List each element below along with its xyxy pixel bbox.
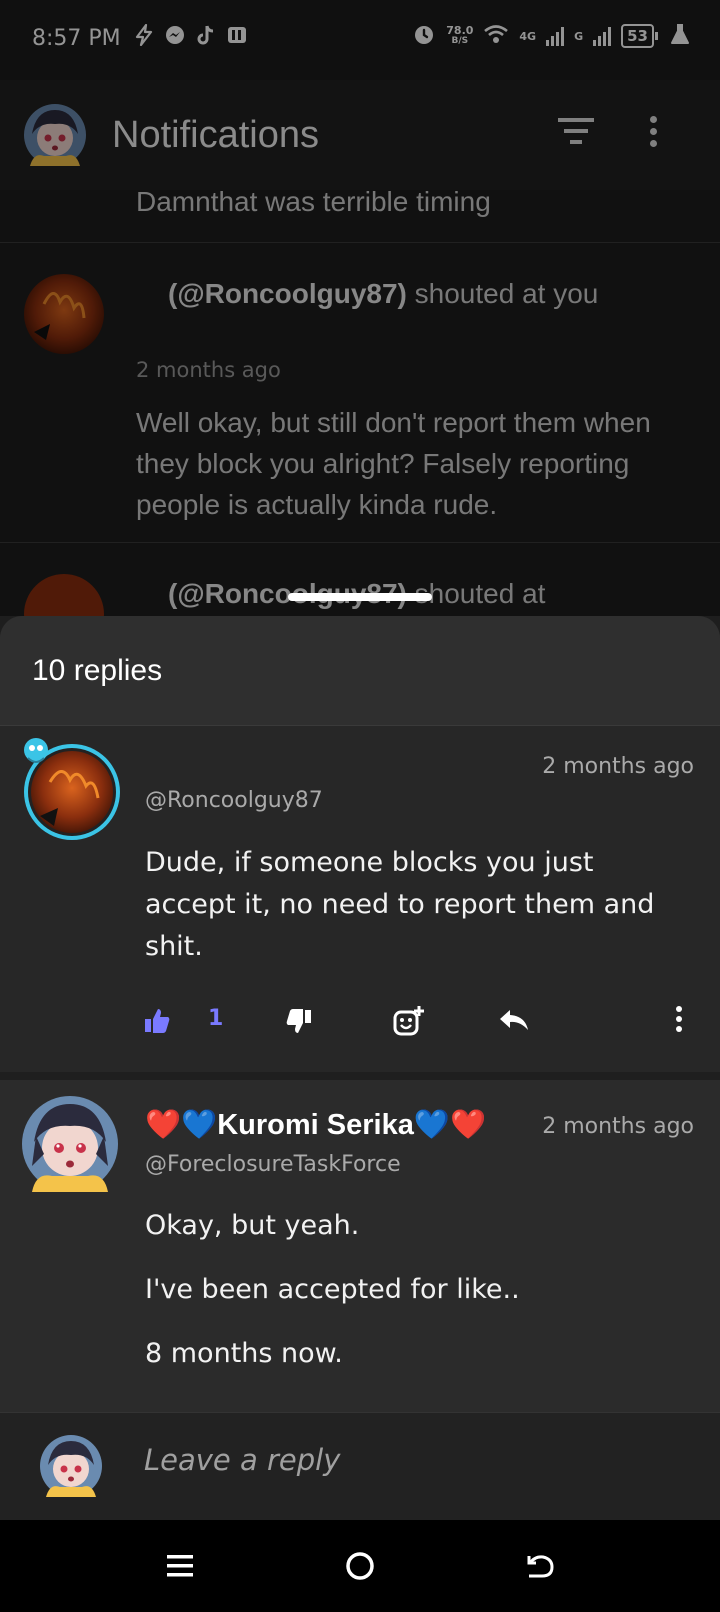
reply-body: Dude, if someone blocks you just accept …	[145, 847, 655, 962]
reply-paragraph: Okay, but yeah.	[145, 1210, 360, 1241]
add-reaction-button[interactable]	[392, 1004, 426, 1038]
signal-icon	[546, 26, 565, 46]
replies-sheet: 10 replies 2 months ago @Roncoolguy87 Du…	[0, 616, 720, 1520]
drag-handle[interactable]	[288, 593, 432, 601]
notification-time: 2 months ago	[136, 358, 281, 382]
notification-snippet: Damnthat was terrible timing	[136, 186, 491, 217]
profile-avatar[interactable]	[24, 104, 86, 166]
like-count: 1	[208, 1006, 224, 1031]
net-speed-unit: B/S	[451, 36, 469, 46]
reply-item: 2 months ago @Roncoolguy87 Dude, if some…	[0, 726, 720, 1086]
reply-handle[interactable]: @ForeclosureTaskForce	[145, 1152, 401, 1177]
add-emoji-icon	[393, 1006, 424, 1036]
menu-icon	[167, 1555, 193, 1577]
messenger-icon	[164, 24, 186, 51]
notifications-page: Notifications Damnthat was terrible timi…	[0, 80, 720, 654]
status-bar: 8:57 PM 78.0 B/S 4G G 53	[0, 0, 720, 80]
reply-button[interactable]	[498, 1004, 530, 1038]
reply-time: 2 months ago	[542, 754, 694, 779]
reply-paragraph: 8 months now.	[145, 1338, 343, 1369]
home-icon	[346, 1552, 374, 1580]
reply-separator	[0, 1072, 720, 1080]
back-button[interactable]	[520, 1548, 560, 1584]
sheet-header: 10 replies	[0, 616, 720, 726]
battery-icon: 53	[621, 24, 658, 48]
network-type-2: G	[574, 29, 584, 43]
wifi-icon	[483, 23, 509, 49]
status-system-icons: 78.0 B/S 4G G 53	[412, 22, 690, 50]
status-notification-icons	[134, 23, 248, 51]
network-type-1: 4G	[519, 29, 537, 43]
system-nav-bar	[0, 1520, 720, 1612]
reply-actions: 1	[0, 996, 720, 1046]
reply-time: 2 months ago	[542, 1114, 694, 1139]
back-icon	[527, 1555, 554, 1578]
battery-level: 53	[627, 27, 648, 45]
my-avatar	[40, 1435, 102, 1497]
reply-more-icon[interactable]	[676, 1006, 684, 1032]
alarm-icon	[412, 22, 436, 50]
home-button[interactable]	[340, 1548, 380, 1584]
reply-composer	[0, 1412, 720, 1520]
notification-action: shouted at you	[406, 278, 599, 309]
notification-body: Well okay, but still don't report them w…	[136, 407, 651, 520]
flash-icon	[134, 23, 154, 51]
reply-icon	[500, 1010, 528, 1030]
net-speed: 78.0 B/S	[446, 25, 473, 47]
user-avatar[interactable]	[18, 736, 126, 844]
tiktok-icon	[196, 24, 216, 51]
user-avatar[interactable]	[24, 274, 104, 354]
signal-icon-2	[593, 26, 612, 46]
thumbs-up-icon	[145, 1009, 170, 1033]
notification-header: (@Roncoolguy87) shouted at you	[136, 272, 696, 316]
user-avatar[interactable]	[22, 1096, 118, 1192]
status-time: 8:57 PM	[32, 26, 121, 51]
reply-paragraph: I've been accepted for like..	[145, 1274, 520, 1305]
app-icon	[226, 24, 248, 51]
net-speed-value: 78.0	[446, 24, 474, 37]
reply-author[interactable]: ❤️💙Kuromi Serika💙❤️	[145, 1108, 486, 1142]
reply-handle[interactable]: @Roncoolguy87	[145, 788, 323, 813]
reply-input[interactable]	[144, 1443, 684, 1477]
replies-count-title: 10 replies	[32, 654, 163, 687]
filter-icon[interactable]	[556, 118, 596, 150]
flask-icon	[670, 23, 690, 49]
notification-item[interactable]: (@Roncoolguy87) shouted at you 2 months …	[0, 242, 720, 542]
dislike-button[interactable]	[284, 1004, 314, 1038]
app-bar: Notifications	[0, 80, 720, 190]
menu-button[interactable]	[160, 1548, 200, 1584]
notification-handle: (@Roncoolguy87)	[168, 278, 407, 309]
more-options-icon[interactable]	[650, 116, 658, 147]
reply-item: ❤️💙Kuromi Serika💙❤️ 2 months ago @Forecl…	[0, 1080, 720, 1430]
like-button[interactable]	[142, 1004, 172, 1038]
thumbs-down-icon	[286, 1009, 311, 1033]
page-title: Notifications	[112, 114, 319, 156]
